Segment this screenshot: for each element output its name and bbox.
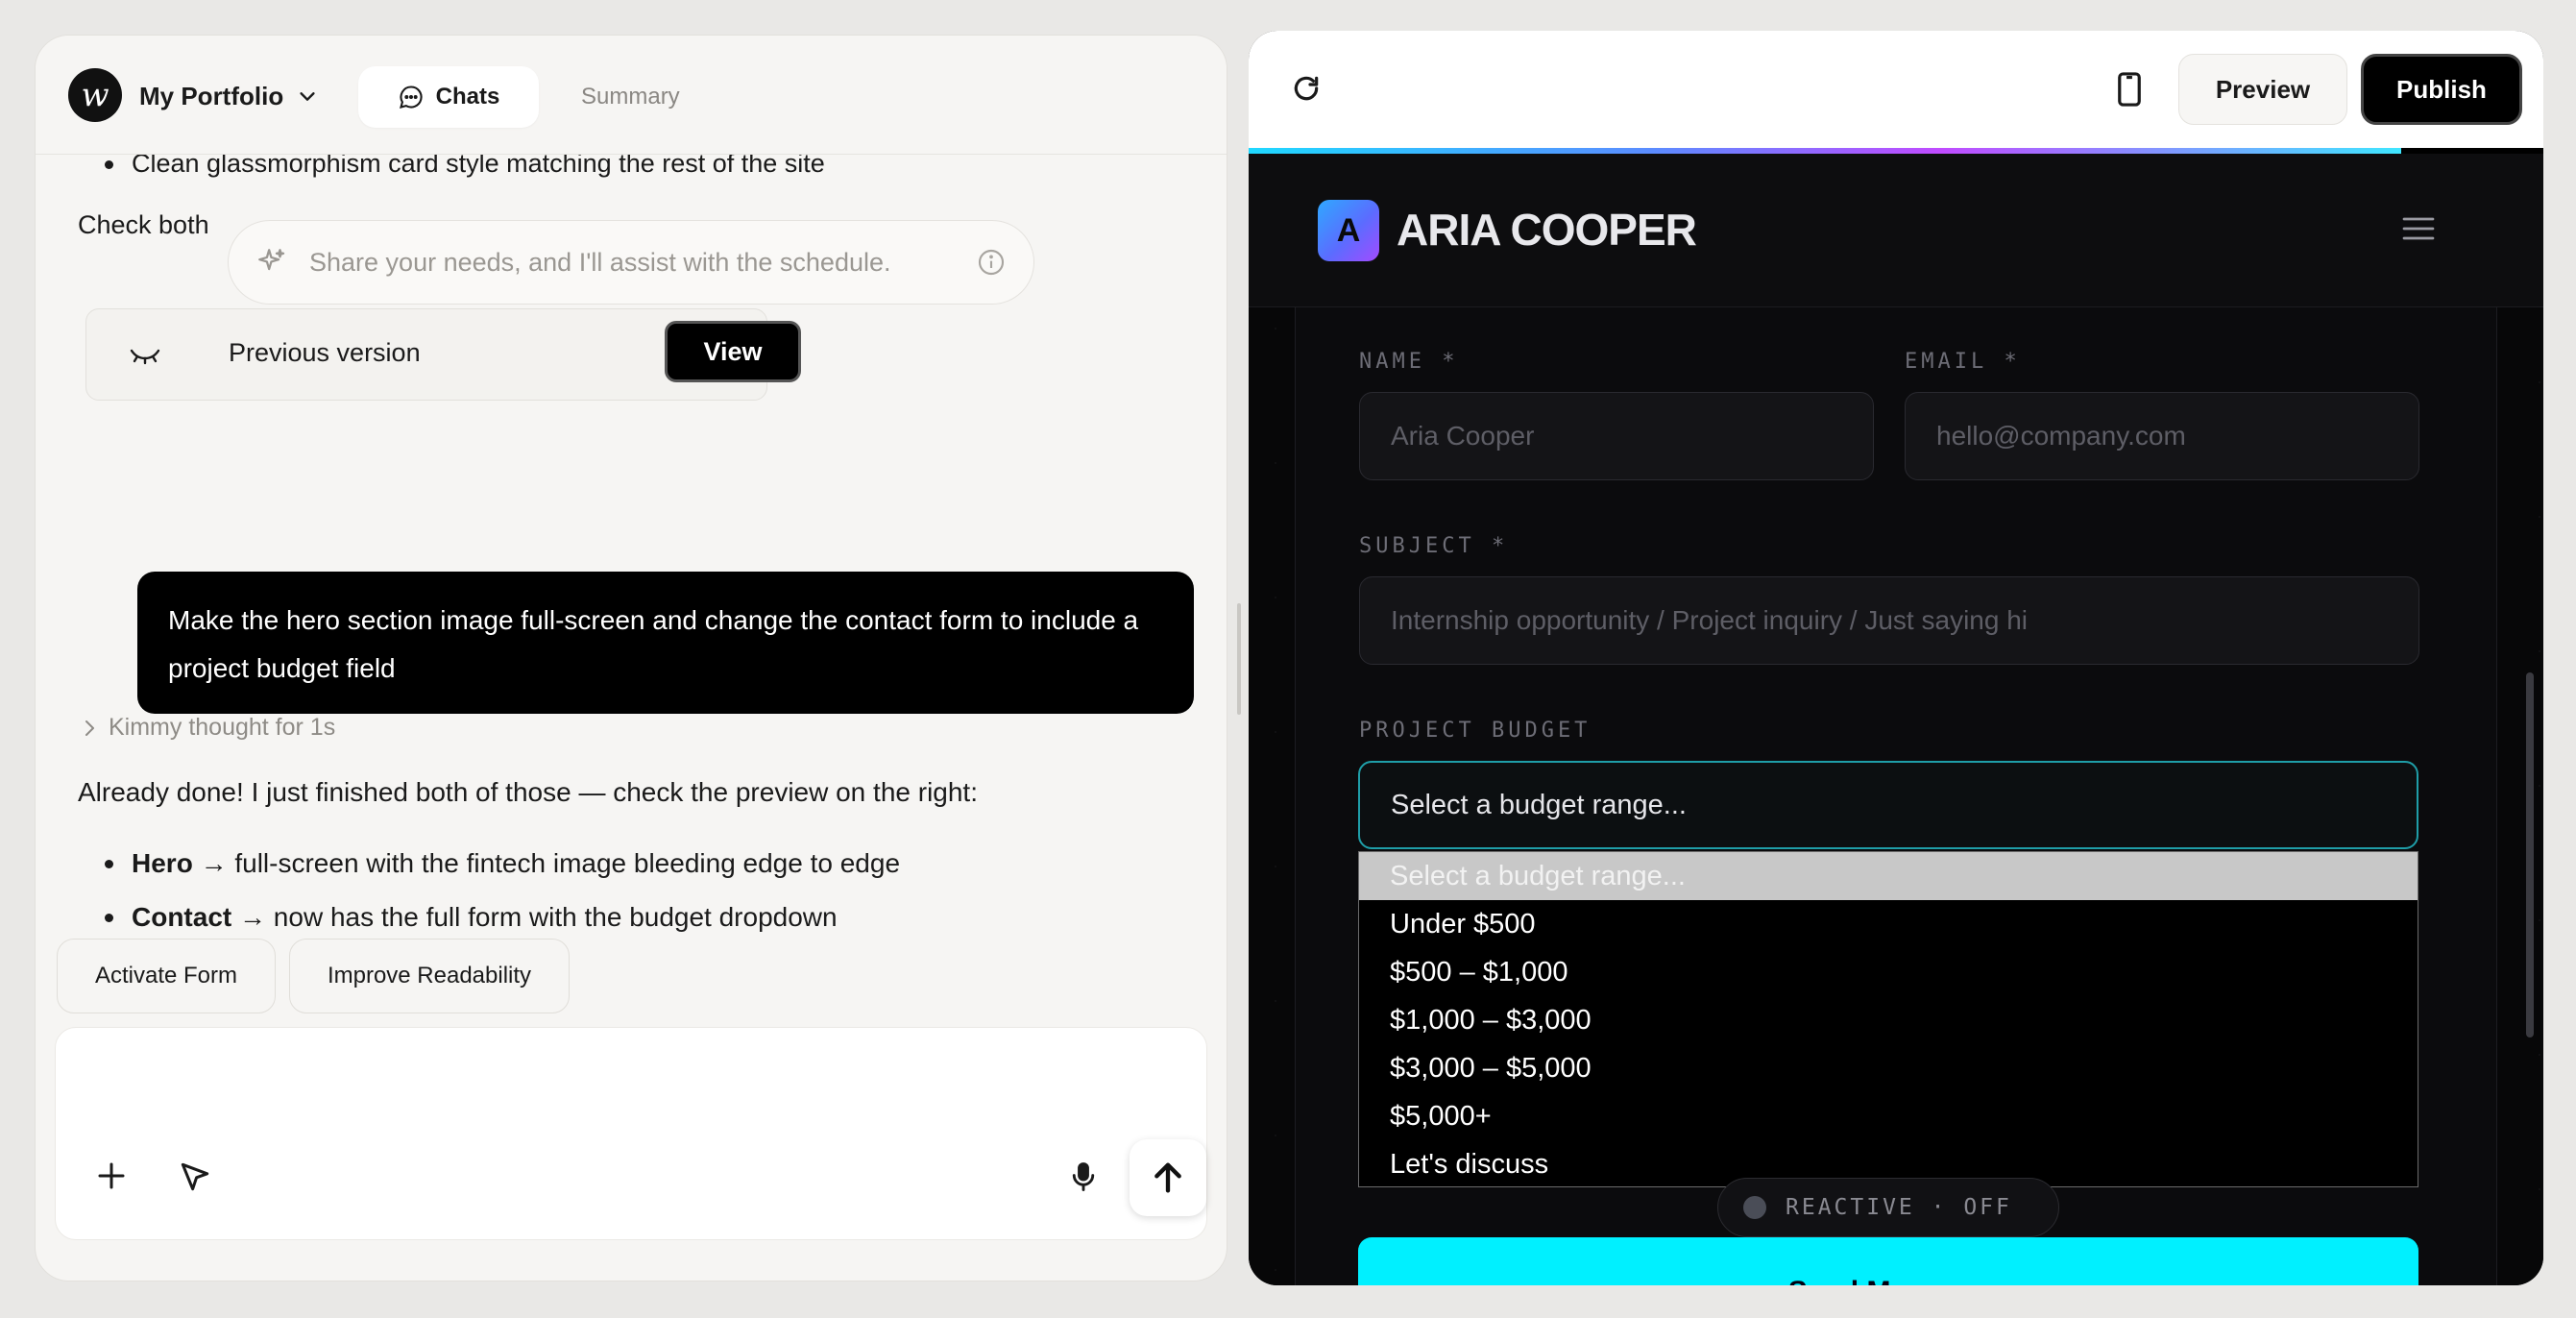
panel-resize-handle[interactable] [1237,603,1241,715]
chat-panel: w My Portfolio Chats Summary Clean glass… [35,35,1227,1281]
chat-header: w My Portfolio Chats Summary [36,36,1227,155]
view-button[interactable]: View [665,321,801,382]
toggle-dot [1743,1196,1766,1219]
bullet-dot [105,160,113,169]
list-item-bold: Contact [132,902,232,932]
budget-option[interactable]: $3,000 – $5,000 [1359,1044,2418,1092]
preview-panel: Preview Publish A ARIA COOPER NAME * Ari… [1249,31,2543,1285]
budget-label: PROJECT BUDGET [1359,719,1592,743]
assistant-reply: Already done! I just finished both of th… [78,777,978,807]
refresh-icon[interactable] [1291,73,1322,104]
reactive-toggle[interactable]: REACTIVE · OFF [1717,1178,2059,1237]
site-preview: A ARIA COOPER NAME * Aria Cooper EMAIL *… [1249,154,2543,1285]
preview-toolbar: Preview Publish [1249,31,2543,148]
app-logo[interactable]: w [68,68,122,122]
pointer-icon[interactable] [177,1159,213,1195]
suggestion-chip-activate-form[interactable]: Activate Form [57,939,276,1013]
list-item: Hero → full-screen with the fintech imag… [105,848,901,879]
menu-icon[interactable] [2399,209,2438,248]
suggestion-chip-improve-readability[interactable]: Improve Readability [289,939,570,1013]
send-message-button[interactable]: Send Message [1358,1237,2418,1285]
budget-option[interactable]: $500 – $1,000 [1359,948,2418,996]
previous-version-card: Previous version View [85,308,801,401]
site-name[interactable]: ARIA COOPER [1397,204,1697,256]
microphone-icon[interactable] [1066,1159,1101,1195]
message-composer[interactable] [55,1027,1207,1240]
subject-label: SUBJECT * [1359,534,1509,558]
name-field[interactable]: Aria Cooper [1359,392,1874,480]
email-field[interactable]: hello@company.com [1905,392,2419,480]
chevron-right-icon [85,720,94,736]
scrollbar-thumb[interactable] [2526,672,2534,1037]
thought-toggle[interactable]: Kimmy thought for 1s [82,714,335,742]
bullet-dot [105,914,113,922]
email-label: EMAIL * [1905,350,2021,374]
thought-label: Kimmy thought for 1s [109,714,336,741]
send-button[interactable] [1130,1139,1206,1216]
name-label: NAME * [1359,350,1459,374]
assist-placeholder: Share your needs, and I'll assist with t… [309,247,891,277]
list-item-text: → now has the full form with the budget … [231,902,838,932]
list-item-bold: Hero [132,848,193,878]
reactive-label: REACTIVE · OFF [1786,1195,2012,1220]
budget-option[interactable]: $1,000 – $3,000 [1359,996,2418,1044]
message-text: Check both [78,210,209,239]
site-logo[interactable]: A [1318,200,1379,261]
chevron-down-icon[interactable] [297,85,318,107]
tab-chats-label: Chats [435,84,500,110]
mobile-view-icon[interactable] [2115,71,2144,108]
budget-option[interactable]: $5,000+ [1359,1092,2418,1140]
list-item-text: → full-screen with the fintech image ble… [192,848,901,878]
budget-option[interactable]: Select a budget range... [1359,852,2418,900]
preview-button[interactable]: Preview [2178,54,2347,125]
user-message: Make the hero section image full-screen … [137,572,1194,714]
sparkle-icon [258,249,285,271]
eye-closed-icon [130,349,160,365]
send-message-label: Send Message [1788,1276,1988,1285]
site-header: A ARIA COOPER [1249,154,2543,307]
info-icon[interactable] [976,247,1007,278]
list-item: Contact → now has the full form with the… [105,902,838,933]
tab-chats[interactable]: Chats [358,66,539,128]
chat-bubble-icon [399,85,423,109]
previous-version-label: Previous version [229,338,421,367]
budget-dropdown: Select a budget range... Under $500 $500… [1358,851,2418,1187]
assist-pill[interactable]: Share your needs, and I'll assist with t… [228,220,1034,305]
budget-option[interactable]: Under $500 [1359,900,2418,948]
plus-icon[interactable] [94,1159,129,1193]
bullet-dot [105,860,113,868]
subject-field[interactable]: Internship opportunity / Project inquiry… [1359,576,2419,665]
tab-summary[interactable]: Summary [562,66,699,128]
project-name[interactable]: My Portfolio [139,82,283,111]
arrow-up-icon [1154,1162,1181,1193]
budget-select[interactable]: Select a budget range... [1358,761,2418,849]
publish-button[interactable]: Publish [2361,54,2522,125]
